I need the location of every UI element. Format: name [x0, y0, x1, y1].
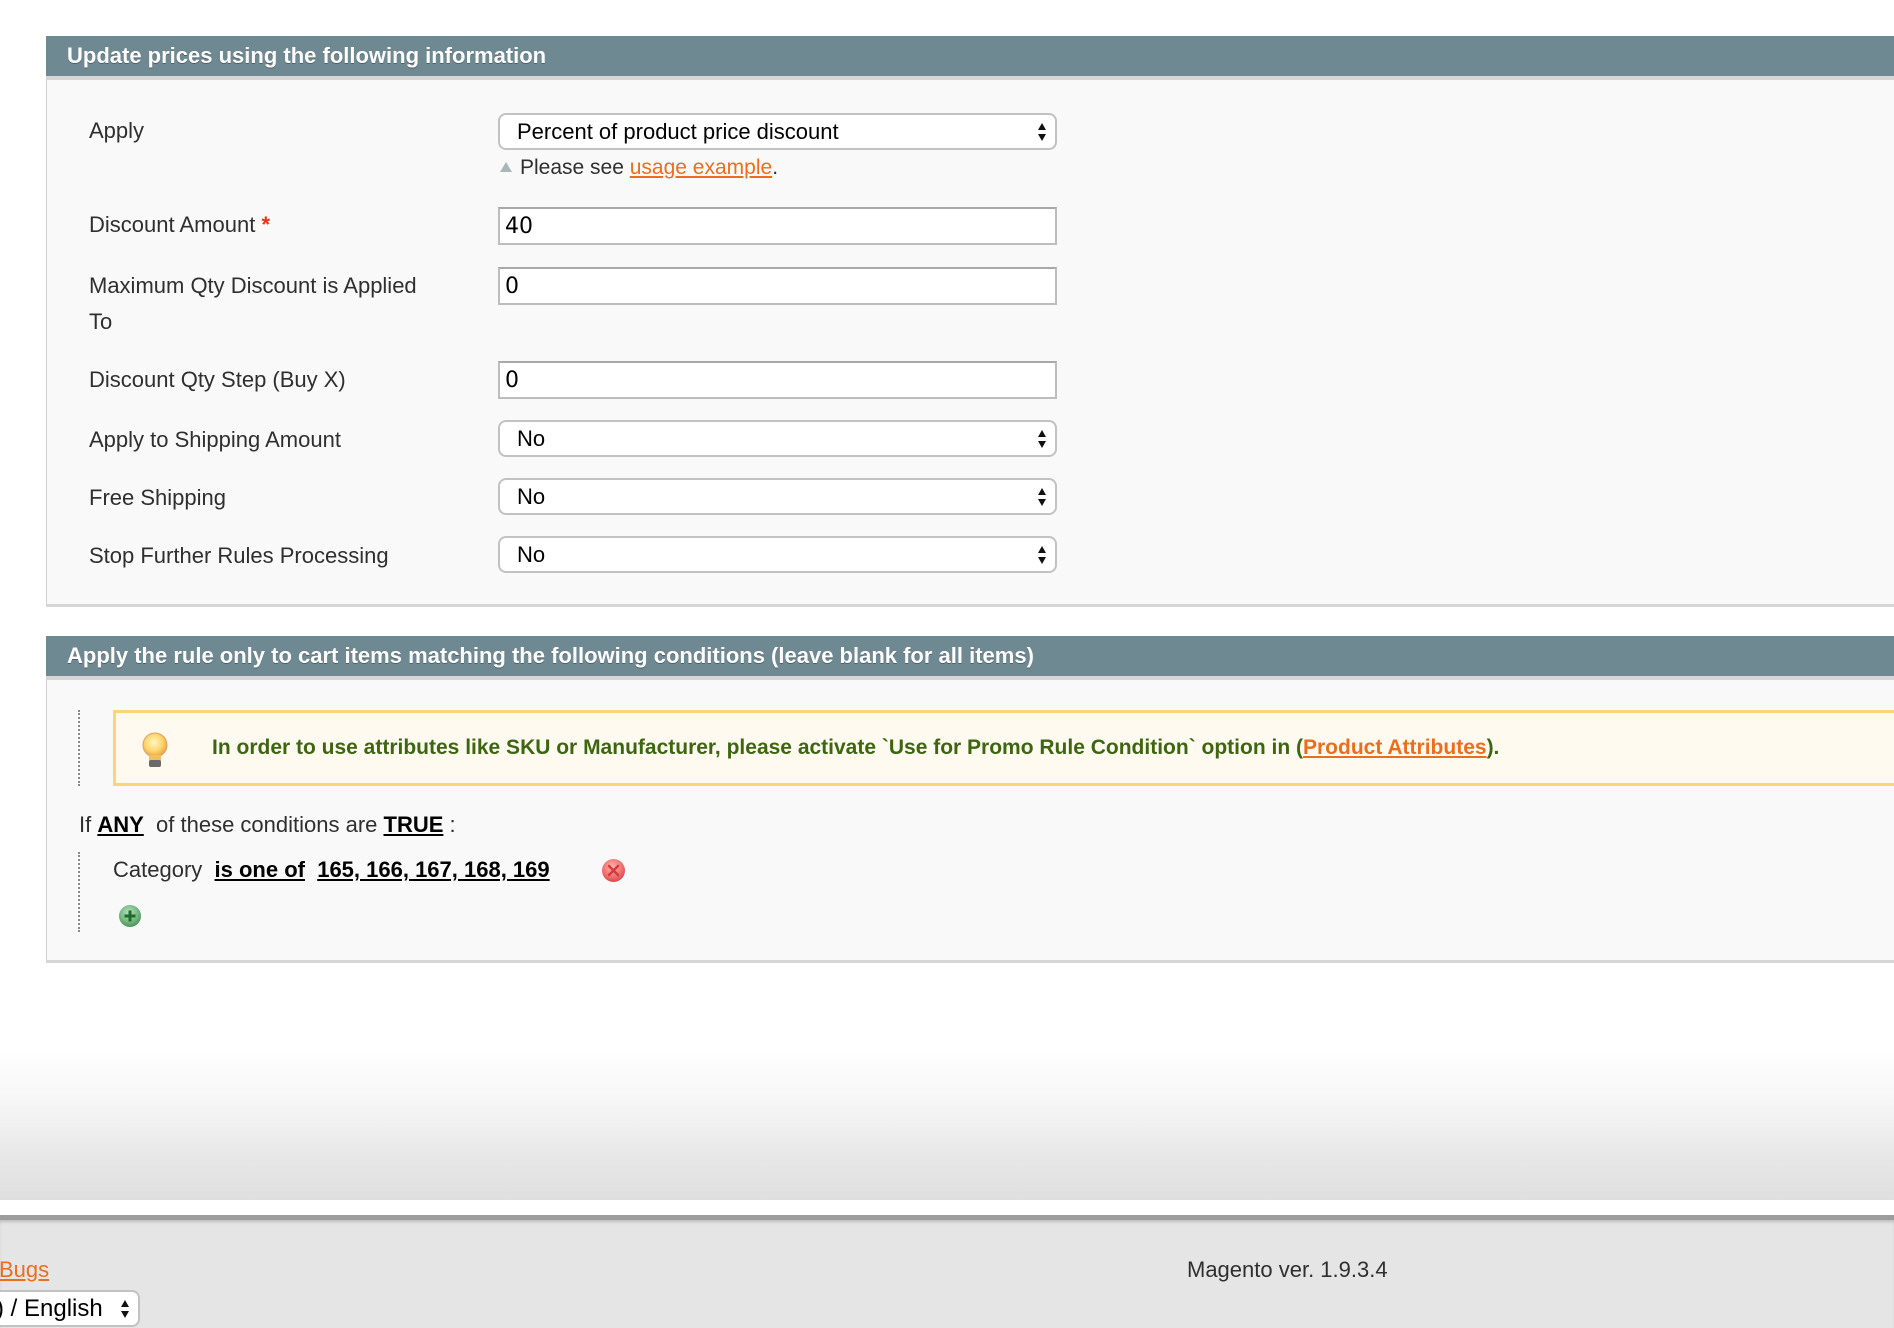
discount-step-label: Discount Qty Step (Buy X)	[89, 367, 346, 392]
select-arrows-icon	[121, 1300, 129, 1318]
condition-attribute: Category	[113, 857, 203, 882]
max-qty-label: Maximum Qty Discount is Applied	[89, 273, 417, 298]
max-qty-label-line2: To	[89, 309, 113, 334]
condition-row: Category is one of 165, 166, 167, 168, 1…	[113, 855, 550, 885]
hint-suffix: .	[772, 156, 779, 179]
select-arrows-icon	[1038, 546, 1046, 564]
free-shipping-value: No	[517, 484, 546, 509]
conditions-aggregator-line: If ANY of these conditions are TRUE :	[79, 810, 456, 840]
actions-form	[46, 80, 1894, 607]
stop-processing-label: Stop Further Rules Processing	[89, 543, 389, 568]
apply-select[interactable]: Percent of product price discount	[498, 113, 1057, 150]
report-bugs-link[interactable]: l Bugs	[0, 1255, 49, 1285]
notice-message: In order to use attributes like SKU or M…	[212, 713, 1499, 783]
footer	[0, 1215, 1894, 1328]
aggregator-prefix: If	[79, 812, 98, 837]
usage-example-link[interactable]: usage example	[630, 156, 772, 179]
max-qty-input[interactable]	[498, 267, 1057, 305]
discount-amount-label: Discount Amount *	[89, 207, 270, 243]
select-arrows-icon	[1038, 123, 1046, 141]
interface-locale-select[interactable]: ) / English	[0, 1290, 140, 1327]
stop-processing-value: No	[517, 542, 546, 567]
select-arrows-icon	[1038, 488, 1046, 506]
lightbulb-icon	[142, 732, 168, 767]
discount-amount-input[interactable]	[498, 207, 1057, 245]
product-attributes-link[interactable]: Product Attributes	[1303, 736, 1487, 759]
free-shipping-select[interactable]: No	[498, 478, 1057, 515]
conditions-section-title: Apply the rule only to cart items matchi…	[67, 643, 1034, 668]
free-shipping-label: Free Shipping	[89, 485, 226, 510]
locale-select-value: ) / English	[0, 1295, 103, 1322]
magento-version: Magento ver. 1.9.3.4	[1187, 1257, 1388, 1282]
aggregator-middle: of these conditions are	[143, 812, 384, 837]
apply-to-shipping-value: No	[517, 426, 546, 451]
notice-suffix: ).	[1486, 736, 1500, 759]
select-arrows-icon	[1038, 430, 1046, 448]
apply-select-value: Percent of product price discount	[517, 119, 839, 144]
apply-label: Apply	[89, 118, 145, 143]
condition-value[interactable]: 165, 166, 167, 168, 169	[317, 857, 549, 882]
aggregator-suffix: :	[443, 812, 456, 837]
notice-tree-line	[78, 710, 80, 786]
notice-text: In order to use attributes like SKU or M…	[212, 736, 1303, 759]
conditions-section-header: Apply the rule only to cart items matchi…	[46, 636, 1894, 680]
apply-to-shipping-select[interactable]: No	[498, 420, 1057, 457]
notice-box: In order to use attributes like SKU or M…	[113, 710, 1894, 786]
aggregator-any-toggle[interactable]: ANY	[97, 812, 143, 837]
apply-to-shipping-label: Apply to Shipping Amount	[89, 427, 341, 452]
discount-amount-label-text: Discount Amount	[89, 212, 256, 237]
hint-text: Please see	[520, 156, 630, 179]
hint-triangle-icon	[500, 162, 512, 172]
required-asterisk: *	[261, 212, 270, 237]
stop-processing-select[interactable]: No	[498, 536, 1057, 573]
condition-operator[interactable]: is one of	[215, 857, 305, 882]
page-bottom-gradient	[0, 1050, 1894, 1200]
remove-condition-icon[interactable]	[601, 858, 626, 883]
discount-step-input[interactable]	[498, 361, 1057, 399]
apply-hint: Please see usage example.	[500, 155, 778, 181]
conditions-tree-line	[78, 852, 80, 932]
actions-section-header: Update prices using the following inform…	[46, 36, 1894, 80]
aggregator-true-toggle[interactable]: TRUE	[384, 812, 444, 837]
actions-section-title: Update prices using the following inform…	[67, 43, 547, 68]
add-condition-icon[interactable]	[118, 904, 142, 928]
